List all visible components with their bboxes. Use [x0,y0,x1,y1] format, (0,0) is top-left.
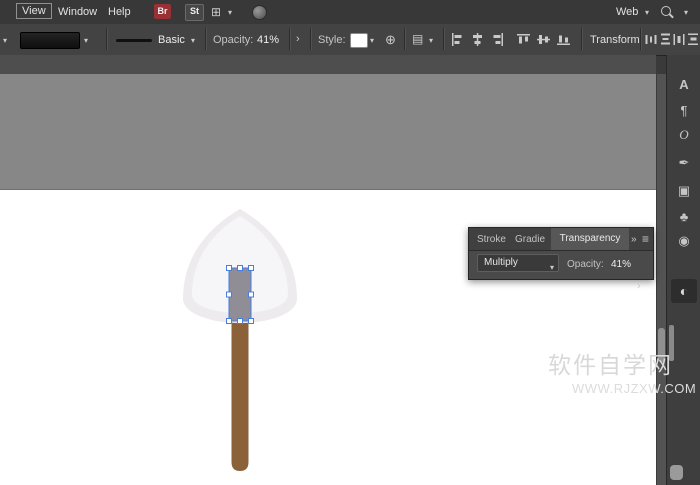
style-label: Style: [318,34,346,46]
stroke-style-select[interactable]: Basic [158,34,185,46]
document-setup-icon[interactable]: ▤ [412,32,423,46]
panel-menu-icon[interactable]: ≡ [642,232,649,246]
chevron-down-icon[interactable]: ▾ [684,8,688,17]
panel-overflow-icon[interactable]: » [631,234,637,245]
illustrator-window: View Window Help Br St ⊞ ▾ Web ▾ ▾ ▾ ▾ B… [0,0,700,485]
globe-icon[interactable]: ⊕ [385,32,396,48]
divider [404,28,405,50]
align-bottom-button[interactable] [557,33,570,46]
chevron-down-icon: ▾ [550,260,554,276]
panel-opacity-label: Opacity: [567,259,604,270]
search-icon[interactable] [661,6,671,16]
control-bar: ▾ ▾ Basic ▾ Opacity: 41% › Style: ▾ ⊕ ▤ … [0,24,700,56]
opentype-panel-icon[interactable]: O [667,127,700,143]
align-right-button[interactable] [491,33,504,46]
chevron-down-icon[interactable]: ▾ [645,8,649,17]
arrange-documents-icon[interactable]: ⊞ [211,5,221,19]
align-top-button[interactable] [517,33,530,46]
opacity-label: Opacity: [213,34,253,46]
panel-tab-bar: Stroke Gradie Transparency » ≡ [469,228,653,251]
chevron-down-icon[interactable]: ▾ [3,36,7,45]
document-tab-bar [0,55,656,75]
divider [640,28,641,50]
chevron-down-icon[interactable]: ▾ [191,36,195,45]
bridge-icon[interactable]: Br [154,4,171,19]
distribute-spacing-h-button[interactable] [673,33,686,46]
symbols-panel-icon[interactable]: ♣ [667,209,700,224]
paragraph-panel-icon[interactable]: ¶ [667,103,700,118]
cs-live-icon[interactable] [252,5,267,20]
panel-dock: A ¶ O ✒ ▣ ♣ ◉ ◐ [666,55,700,485]
menu-bar: View Window Help Br St ⊞ ▾ Web ▾ ▾ [0,0,700,25]
chevron-down-icon[interactable]: ▾ [429,36,433,45]
panel-body: Multiply ▾ Opacity: 41% › [469,250,653,278]
align-vcenter-button[interactable] [537,33,550,46]
distribute-horizontal-button[interactable] [645,33,658,46]
scrollbar-thumb[interactable] [658,328,665,362]
character-panel-icon[interactable]: A [667,77,700,92]
opacity-popout-icon[interactable]: › [637,280,641,292]
distribute-vertical-button[interactable] [659,33,672,46]
transparency-panel-icon[interactable]: ◐ [671,279,697,303]
blend-mode-select[interactable]: Multiply ▾ [477,254,559,272]
transparency-panel: Stroke Gradie Transparency » ≡ Multiply … [468,227,654,280]
divider [205,28,206,50]
distribute-spacing-v-button[interactable] [687,33,700,46]
tab-transparency[interactable]: Transparency [551,228,629,250]
chevron-down-icon[interactable]: ▾ [370,36,374,45]
stock-icon[interactable]: St [185,4,204,21]
transform-panel-label[interactable]: Transform [590,34,640,46]
divider [310,28,311,50]
menu-window[interactable]: Window [58,6,97,18]
menu-view[interactable]: View [16,3,52,19]
divider [289,28,290,50]
fill-color-well[interactable] [20,32,80,49]
tab-stroke[interactable]: Stroke [477,234,506,245]
align-left-button[interactable] [451,33,464,46]
blend-mode-value: Multiply [484,257,518,268]
divider [443,28,444,50]
chevron-down-icon[interactable]: ▾ [84,36,88,45]
dock-scroll-button[interactable] [670,465,683,480]
graphic-style-swatch[interactable] [350,33,368,48]
opacity-value-field[interactable]: 41% [257,34,279,46]
panel-opacity-value[interactable]: 41% [611,259,631,270]
tab-gradient[interactable]: Gradie [515,234,545,245]
menu-help[interactable]: Help [108,6,131,18]
brushes-panel-icon[interactable]: ✒ [667,155,700,171]
appearance-panel-icon[interactable]: ◉ [667,233,700,249]
chevron-down-icon[interactable]: ▾ [228,8,232,17]
workspace-switcher[interactable]: Web [616,6,638,18]
opacity-popout-icon[interactable]: › [296,33,300,45]
align-hcenter-button[interactable] [471,33,484,46]
divider [106,28,107,50]
dock-scrollbar-thumb[interactable] [669,325,674,361]
divider [581,28,582,50]
stroke-preview [116,39,152,42]
artboards-panel-icon[interactable]: ▣ [667,183,700,199]
